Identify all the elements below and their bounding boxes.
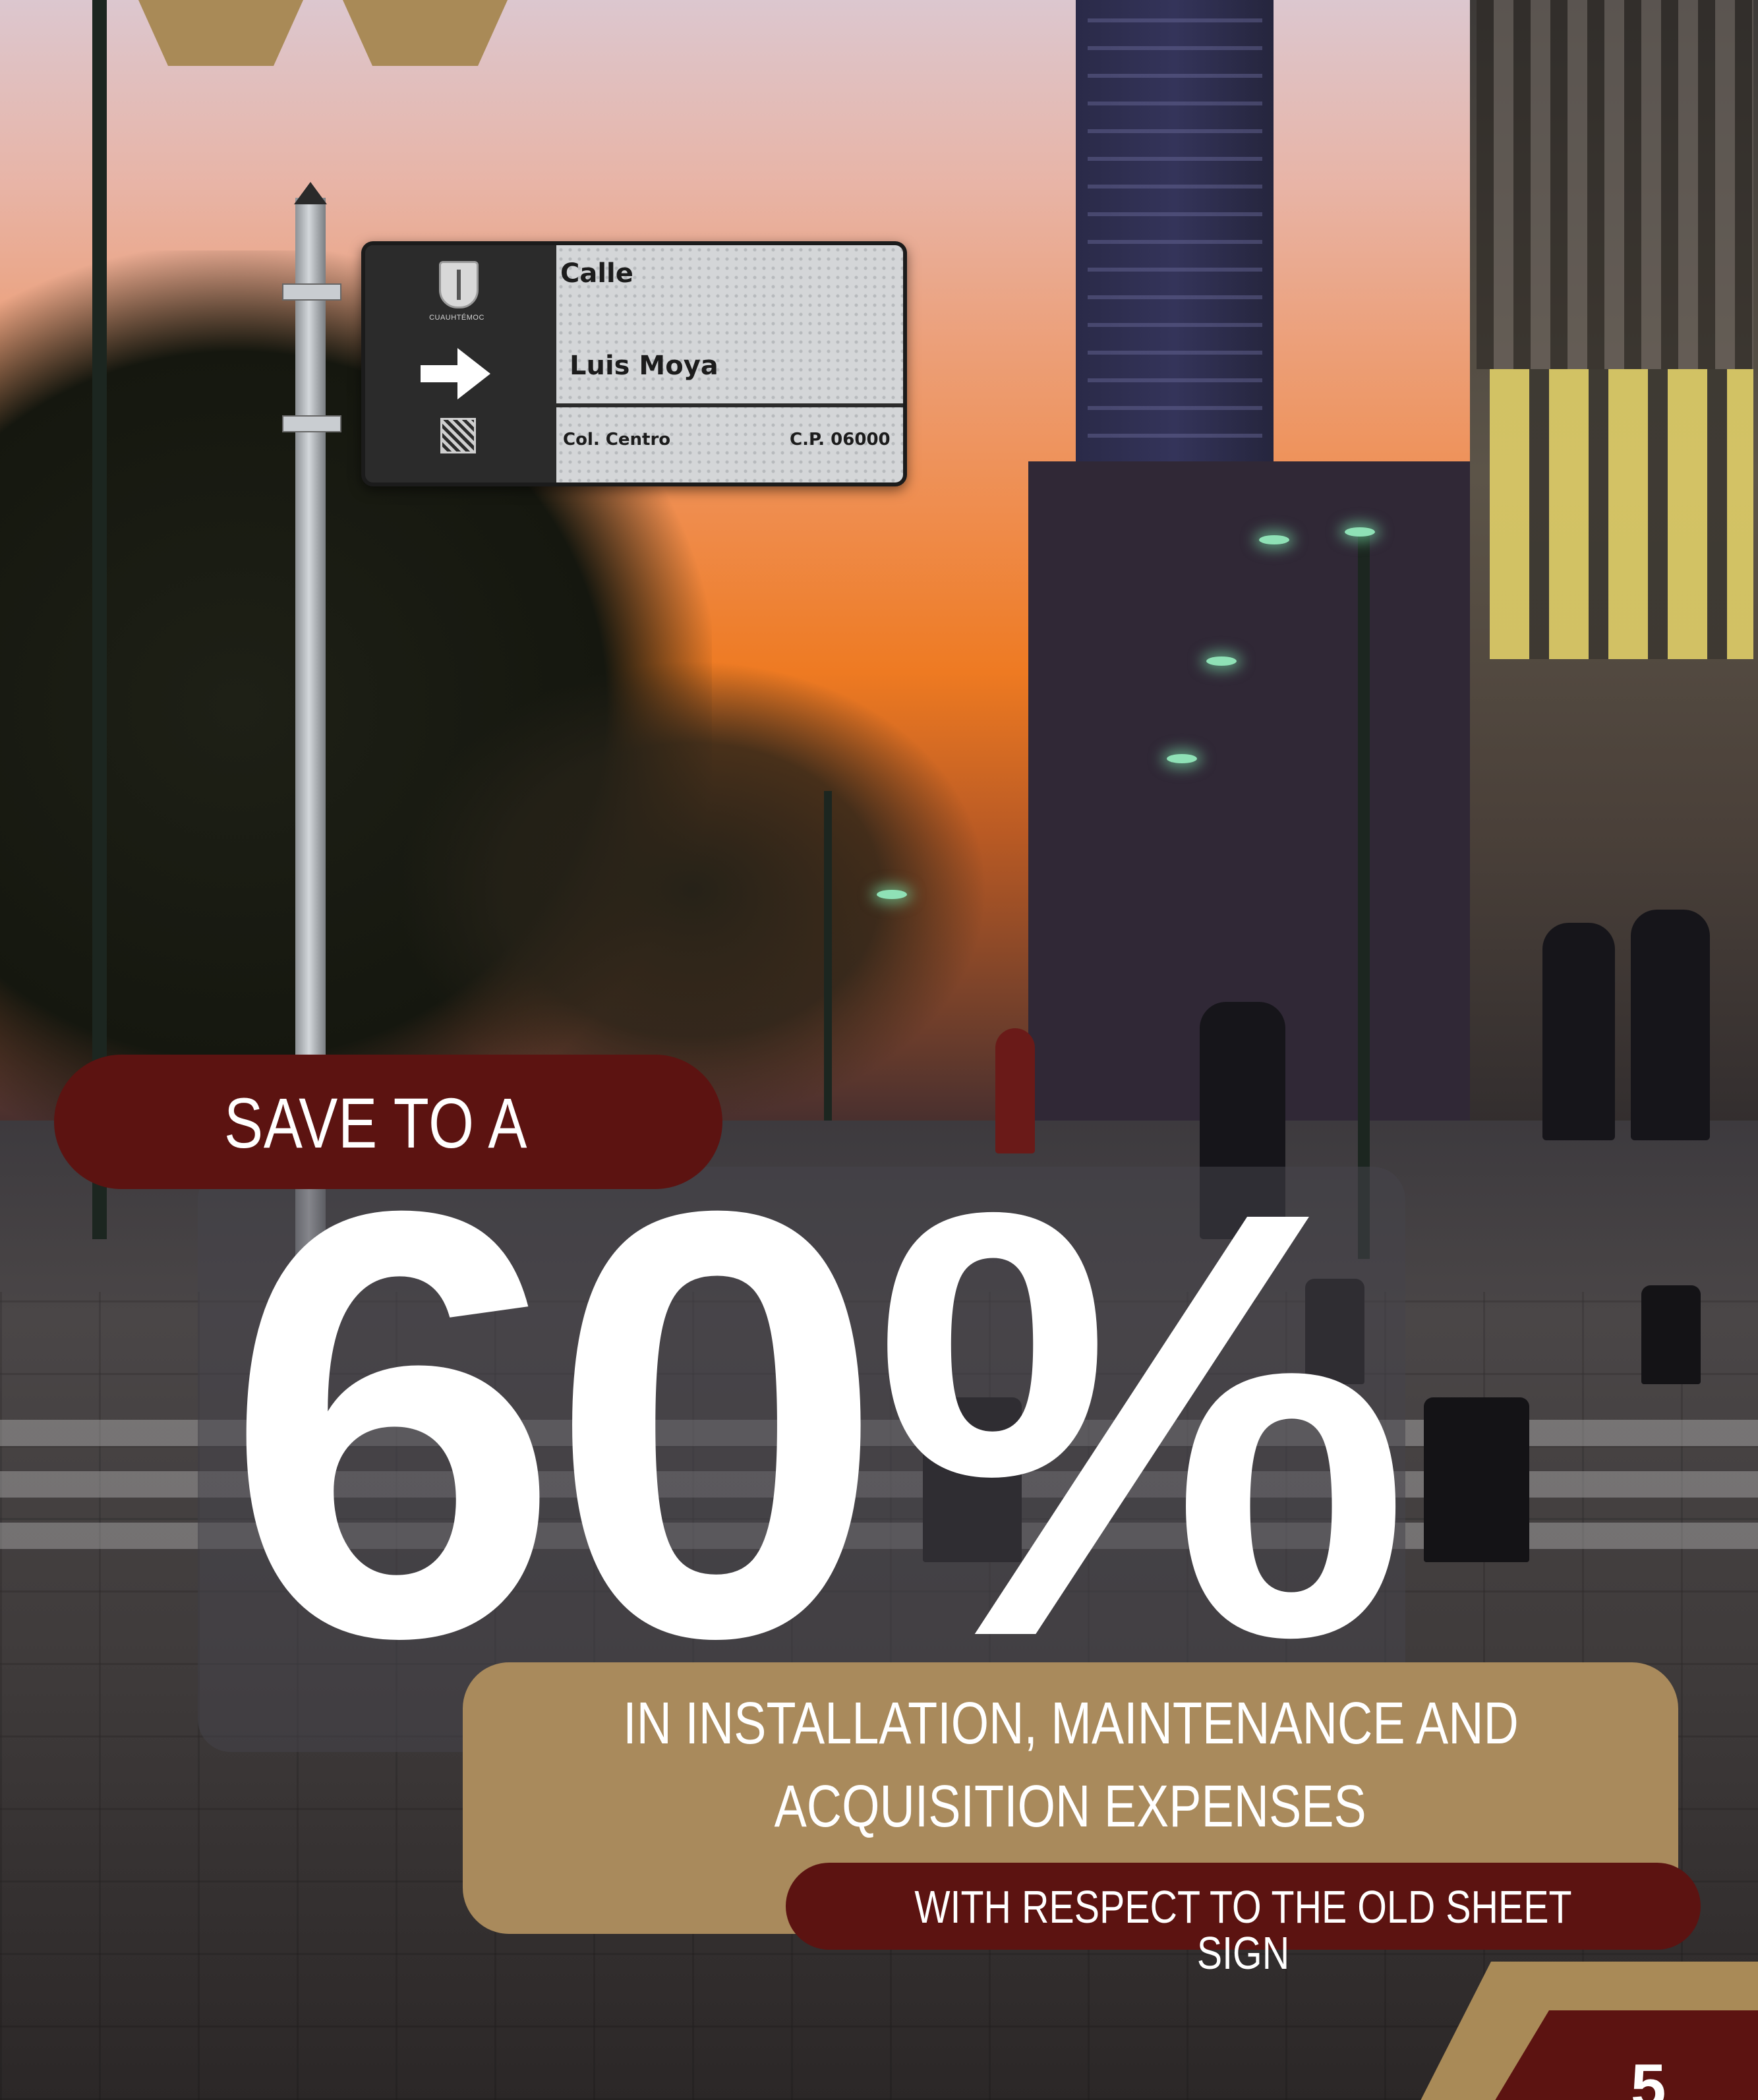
sign-clamp [282, 415, 341, 432]
page-number: 5 [1631, 2051, 1666, 2100]
street-lamp [877, 890, 907, 899]
right-building-facade [1477, 0, 1753, 369]
slide-page: CUAUHTÉMOC Calle Luis Moya Col. Centro C… [0, 0, 1758, 2100]
street-name: Luis Moya [570, 351, 718, 381]
arrow-right-icon [421, 348, 490, 399]
sign-dark-panel: CUAUHTÉMOC [365, 245, 554, 482]
bollard [1641, 1285, 1701, 1384]
street-pole [92, 0, 107, 1239]
sign-clamp [282, 283, 341, 301]
savings-percentage: 60% [224, 1085, 1411, 1763]
street-type: Calle [560, 258, 633, 289]
pedestrian [1631, 910, 1710, 1140]
lamp-post [824, 791, 832, 1121]
bollard [1424, 1397, 1529, 1562]
postal-code: C.P. 06000 [790, 430, 891, 450]
municipality-shield-icon [439, 261, 479, 308]
street-lamp [1259, 535, 1289, 544]
detail-line-2: ACQUISITION EXPENSES [463, 1777, 1678, 1836]
street-sign: CUAUHTÉMOC Calle Luis Moya Col. Centro C… [361, 241, 907, 486]
street-lamp [1167, 754, 1197, 763]
detail-line-2-text: ACQUISITION EXPENSES [774, 1774, 1367, 1840]
pedestrian [1542, 923, 1615, 1140]
detail-line-1-text: IN INSTALLATION, MAINTENANCE AND [622, 1691, 1519, 1757]
right-building-lit-windows [1490, 369, 1753, 659]
trees-center [396, 659, 989, 1121]
municipality-label: CUAUHTÉMOC [429, 314, 484, 322]
street-lamp [1206, 656, 1237, 666]
sign-divider [556, 403, 903, 407]
qr-code-icon [440, 418, 476, 453]
colonia-label: Col. Centro [563, 430, 671, 450]
shield-detail [457, 270, 461, 300]
detail-line-1: IN INSTALLATION, MAINTENANCE AND [463, 1694, 1678, 1753]
sign-pole-tip [294, 182, 327, 204]
street-lamp [1345, 527, 1375, 537]
